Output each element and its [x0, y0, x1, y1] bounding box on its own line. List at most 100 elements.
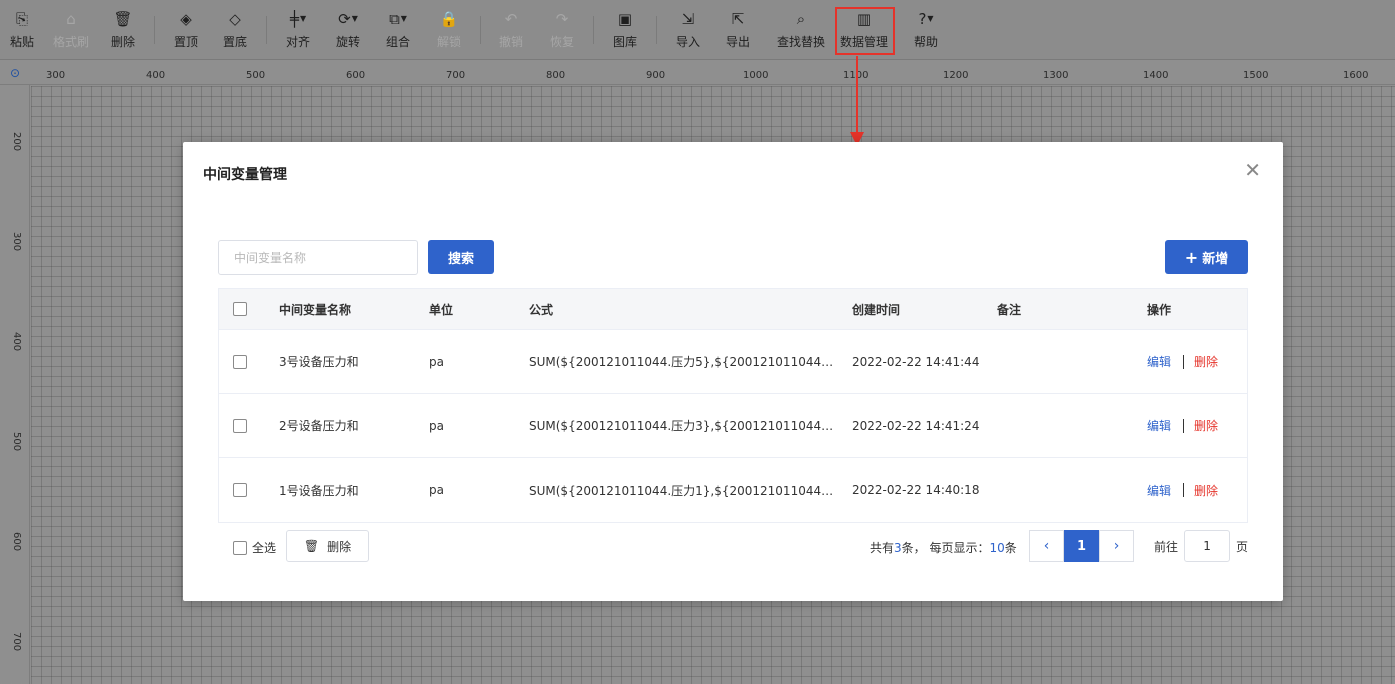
ruler-tick-label: 900 [646, 70, 666, 81]
table-row: 2号设备压力和 pa SUM(${200121011044.压力3},${200… [219, 394, 1247, 458]
help-button[interactable]: ? ▼ 帮助 [914, 8, 938, 54]
dialog-title: 中间变量管理 [203, 167, 287, 183]
ruler-tick-label: 500 [246, 70, 266, 81]
ruler-tick-label: 300 [11, 232, 22, 252]
row-name: 3号设备压力和 [279, 355, 359, 369]
delete-button[interactable]: 🗑 删除 [111, 8, 135, 54]
gallery-icon: ▣ [617, 10, 633, 28]
add-button-label: 新增 [1202, 251, 1229, 267]
select-all-label: 全选 [252, 541, 277, 555]
toolbar: ⎘ 粘贴 ⌂ 格式刷 🗑 删除 ◈ 置顶 ◇ 置底 ╪ ▼ 对齐 ⟳ ▼ 旋转 ⧉ ▼… [0, 0, 1395, 60]
pagination: ‹ 1 › [1029, 530, 1134, 562]
ruler-tick-label: 1500 [1243, 70, 1269, 81]
header-checkbox[interactable] [233, 302, 247, 316]
bring-to-front-icon: ◈ [180, 10, 192, 28]
group-icon: ⧉ ▼ [389, 10, 407, 28]
edit-link[interactable]: 编辑 [1147, 417, 1171, 434]
per-page-count: 10 [989, 541, 1005, 555]
highlight-box [835, 7, 895, 55]
format-brush-button[interactable]: ⌂ 格式刷 [53, 8, 89, 54]
ruler-origin-icon[interactable]: ⊙ [0, 61, 30, 85]
delete-link[interactable]: 删除 [1194, 417, 1218, 434]
undo-icon: ↶ [504, 10, 518, 28]
add-button[interactable]: + 新增 [1165, 240, 1248, 274]
row-created: 2022-02-22 14:41:24 [852, 418, 980, 433]
group-button[interactable]: ⧉ ▼ 组合 [386, 8, 410, 54]
redo-icon: ↷ [555, 10, 569, 28]
toolbar-divider [154, 16, 155, 44]
find-replace-button[interactable]: ⌕ 查找替换 [777, 8, 825, 54]
pagination-info: 共有3条， 每页显示：10条 [870, 541, 1017, 555]
format-brush-icon: ⌂ [66, 10, 76, 28]
toolbar-divider [656, 16, 657, 44]
send-to-back-button[interactable]: ◇ 置底 [223, 8, 247, 54]
ruler-tick-label: 700 [11, 632, 22, 652]
chevron-down-icon: ▼ [351, 14, 358, 23]
bring-to-front-button[interactable]: ◈ 置顶 [174, 8, 198, 54]
export-button[interactable]: ⇱ 导出 [726, 8, 750, 54]
gallery-button[interactable]: ▣ 图库 [613, 8, 637, 54]
unlock-button[interactable]: 🔒 解锁 [437, 8, 461, 54]
prev-page-button[interactable]: ‹ [1029, 530, 1064, 562]
chevron-down-icon: ▼ [400, 14, 407, 23]
next-page-button[interactable]: › [1099, 530, 1134, 562]
table-row: 3号设备压力和 pa SUM(${200121011044.压力5},${200… [219, 330, 1247, 394]
ruler-tick-label: 800 [546, 70, 566, 81]
toolbar-divider [480, 16, 481, 44]
trash-icon: 🗑 [303, 539, 320, 553]
search-button[interactable]: 搜索 [428, 240, 494, 274]
row-formula: SUM(${200121011044.压力5},${200121011044.压… [529, 355, 834, 369]
paste-icon: ⎘ [15, 10, 28, 28]
action-divider [1183, 483, 1185, 497]
row-checkbox[interactable] [233, 418, 247, 433]
variable-table: 中间变量名称 单位 公式 创建时间 备注 操作 3号设备压力和 pa SUM($… [218, 288, 1248, 523]
search-input[interactable] [218, 240, 418, 275]
table-row: 1号设备压力和 pa SUM(${200121011044.压力1},${200… [219, 458, 1247, 522]
edit-link[interactable]: 编辑 [1147, 482, 1171, 499]
ruler-tick-label: 400 [11, 332, 22, 352]
row-formula: SUM(${200121011044.压力1},${200121011044.压… [529, 483, 834, 498]
row-unit: pa [429, 354, 444, 369]
ruler-tick-label: 500 [11, 432, 22, 452]
column-header-name: 中间变量名称 [279, 302, 352, 317]
rotate-icon: ⟳ ▼ [338, 10, 358, 28]
column-header-note: 备注 [997, 302, 1022, 317]
row-checkbox[interactable] [233, 483, 247, 497]
chevron-down-icon: ▼ [927, 14, 934, 23]
vertical-ruler: 200 300 400 500 600 700 [0, 85, 30, 684]
horizontal-ruler: 300 400 500 600 700 800 900 1000 1100 12… [0, 61, 1395, 85]
redo-button[interactable]: ↷ 恢复 [550, 8, 574, 54]
align-button[interactable]: ╪ ▼ 对齐 [286, 8, 310, 54]
batch-delete-button[interactable]: 🗑 删除 [286, 530, 369, 562]
rotate-button[interactable]: ⟳ ▼ 旋转 [336, 8, 360, 54]
column-header-unit: 单位 [429, 302, 454, 317]
annotation-arrow [856, 56, 858, 136]
ruler-tick-label: 300 [46, 70, 66, 81]
delete-link[interactable]: 删除 [1194, 353, 1218, 370]
edit-link[interactable]: 编辑 [1147, 353, 1171, 370]
action-divider [1183, 418, 1185, 433]
paste-button[interactable]: ⎘ 粘贴 [10, 8, 34, 54]
page-number-button[interactable]: 1 [1064, 530, 1099, 562]
table-header: 中间变量名称 单位 公式 创建时间 备注 操作 [219, 289, 1247, 330]
ruler-tick-label: 600 [11, 532, 22, 552]
ruler-tick-label: 1600 [1343, 70, 1369, 81]
page-unit-label: 页 [1236, 539, 1249, 554]
ruler-tick-label: 400 [146, 70, 166, 81]
plus-icon: + [1184, 247, 1199, 267]
select-all[interactable]: 全选 [233, 539, 276, 556]
goto-page-input[interactable] [1184, 530, 1231, 562]
batch-delete-label: 删除 [327, 539, 352, 554]
ruler-tick-label: 1000 [743, 70, 769, 81]
ruler-tick-label: 600 [346, 70, 366, 81]
close-icon[interactable]: ✕ [1244, 160, 1261, 180]
import-button[interactable]: ⇲ 导入 [676, 8, 700, 54]
row-unit: pa [429, 418, 444, 433]
row-name: 1号设备压力和 [279, 483, 359, 498]
toolbar-divider [266, 16, 267, 44]
undo-button[interactable]: ↶ 撤销 [499, 8, 523, 54]
row-checkbox[interactable] [233, 354, 247, 369]
select-all-checkbox[interactable] [233, 540, 247, 555]
total-count: 3 [894, 541, 902, 555]
delete-link[interactable]: 删除 [1194, 482, 1218, 499]
